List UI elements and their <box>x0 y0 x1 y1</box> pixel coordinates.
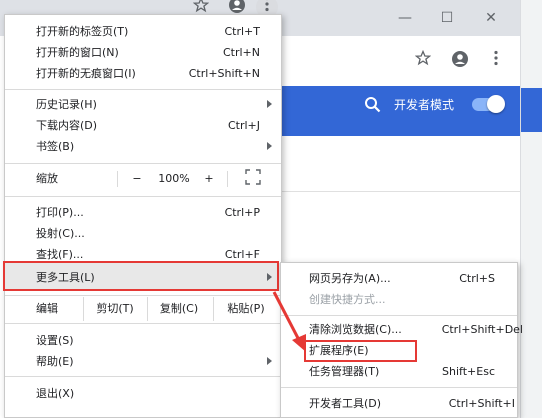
submenu-arrow-icon <box>267 142 272 150</box>
menu-item-shortcut: Ctrl+S <box>459 272 495 285</box>
submenu-item-developer-tools[interactable]: 开发者工具(D) Ctrl+Shift+I <box>309 393 515 414</box>
menu-separator <box>5 323 281 324</box>
paste-button[interactable]: 粘贴(P) <box>215 297 277 321</box>
menu-separator <box>281 315 517 316</box>
zoom-label: 缩放 <box>36 172 58 185</box>
menu-separator <box>5 89 281 90</box>
menu-separator <box>5 163 281 164</box>
menu-item-bookmarks[interactable]: 书签(B) <box>36 136 260 157</box>
menu-item-label: 下载内容(D) <box>36 119 98 132</box>
menu-item-label: 开发者工具(D) <box>309 397 382 410</box>
menu-item-label: 帮助(E) <box>36 355 74 368</box>
menu-item-label: 设置(S) <box>36 334 74 347</box>
menu-item-label: 历史记录(H) <box>36 98 97 111</box>
second-window-header <box>521 88 542 132</box>
menu-item-label: 网页另存为(A)... <box>309 272 391 285</box>
submenu-item-create-shortcut: 创建快捷方式... <box>309 289 495 310</box>
zoom-out-button[interactable]: − <box>129 167 145 191</box>
submenu-arrow-icon <box>267 100 272 108</box>
annotation-arrow-icon <box>272 291 306 352</box>
close-window-button[interactable]: ✕ <box>481 8 501 28</box>
edit-divider <box>147 297 148 321</box>
submenu-arrow-icon <box>267 357 272 365</box>
copy-button[interactable]: 复制(C) <box>149 297 209 321</box>
menu-item-label: 创建快捷方式... <box>309 293 386 306</box>
toggle-knob <box>487 95 505 113</box>
menu-item-new-tab[interactable]: 打开新的标签页(T) Ctrl+T <box>36 21 260 42</box>
submenu-item-save-page[interactable]: 网页另存为(A)... Ctrl+S <box>309 268 495 289</box>
menu-item-shortcut: Ctrl+Shift+N <box>188 67 260 80</box>
menu-item-label: 打开新的窗口(N) <box>36 46 119 59</box>
menu-item-label: 打开新的标签页(T) <box>36 25 129 38</box>
cut-button[interactable]: 剪切(T) <box>85 297 145 321</box>
menu-item-settings[interactable]: 设置(S) <box>36 330 260 351</box>
search-icon[interactable] <box>364 96 382 114</box>
minimize-button[interactable]: — <box>395 8 415 28</box>
menu-item-label: 打开新的无痕窗口(I) <box>36 67 136 80</box>
profile-avatar-icon[interactable] <box>449 50 471 72</box>
maximize-button[interactable]: ☐ <box>437 8 457 28</box>
menu-item-shortcut: Shift+Esc <box>442 365 495 378</box>
annotation-box-extensions <box>304 340 417 362</box>
menu-item-shortcut: Ctrl+Shift+I <box>448 397 515 410</box>
menu-item-label: 投射(C)... <box>36 227 85 240</box>
menu-item-shortcut: Ctrl+J <box>227 119 260 132</box>
menu-item-shortcut: Ctrl+T <box>224 25 260 38</box>
more-menu-icon[interactable] <box>485 50 507 72</box>
menu-separator <box>5 196 281 197</box>
edit-label: 编辑 <box>36 302 58 315</box>
menu-item-label: 退出(X) <box>36 387 75 400</box>
submenu-item-task-manager[interactable]: 任务管理器(T) Shift+Esc <box>309 361 495 382</box>
menu-item-new-incognito-window[interactable]: 打开新的无痕窗口(I) Ctrl+Shift+N <box>36 63 260 84</box>
menu-item-label: 清除浏览数据(C)... <box>309 323 402 336</box>
fullscreen-icon[interactable] <box>243 169 263 189</box>
menu-separator <box>281 387 517 388</box>
menu-item-downloads[interactable]: 下载内容(D) Ctrl+J <box>36 115 260 136</box>
menu-item-shortcut: Ctrl+P <box>224 206 260 219</box>
menu-item-label: 书签(B) <box>36 140 75 153</box>
zoom-level-value: 100% <box>158 172 190 185</box>
menu-item-help[interactable]: 帮助(E) <box>36 351 260 372</box>
menu-item-exit[interactable]: 退出(X) <box>36 383 260 404</box>
menu-separator <box>5 376 281 377</box>
menu-item-print[interactable]: 打印(P)... Ctrl+P <box>36 202 260 223</box>
edit-divider <box>213 297 214 321</box>
menu-separator <box>5 295 281 296</box>
menu-item-history[interactable]: 历史记录(H) <box>36 94 260 115</box>
menu-item-shortcut: Ctrl+Shift+Del <box>441 323 523 336</box>
edit-divider <box>83 297 84 321</box>
menu-item-label: 打印(P)... <box>36 206 84 219</box>
menu-item-label: 任务管理器(T) <box>309 365 380 378</box>
developer-mode-label: 开发者模式 <box>394 98 455 112</box>
annotation-box-more-tools <box>3 261 279 291</box>
developer-mode-toggle[interactable] <box>472 95 505 113</box>
menu-item-new-window[interactable]: 打开新的窗口(N) Ctrl+N <box>36 42 260 63</box>
chrome-main-menu: 打开新的标签页(T) Ctrl+T 打开新的窗口(N) Ctrl+N 打开新的无… <box>4 14 282 418</box>
menu-item-shortcut: Ctrl+N <box>222 46 260 59</box>
zoom-in-button[interactable]: + <box>201 167 217 191</box>
bookmark-star-icon[interactable] <box>412 49 434 72</box>
zoom-divider <box>117 171 118 187</box>
extensions-panel <box>282 136 520 192</box>
second-window-edge <box>520 0 542 418</box>
submenu-item-clear-browsing-data[interactable]: 清除浏览数据(C)... Ctrl+Shift+Del <box>309 319 523 340</box>
zoom-divider <box>227 171 228 187</box>
menu-item-cast[interactable]: 投射(C)... <box>36 223 260 244</box>
